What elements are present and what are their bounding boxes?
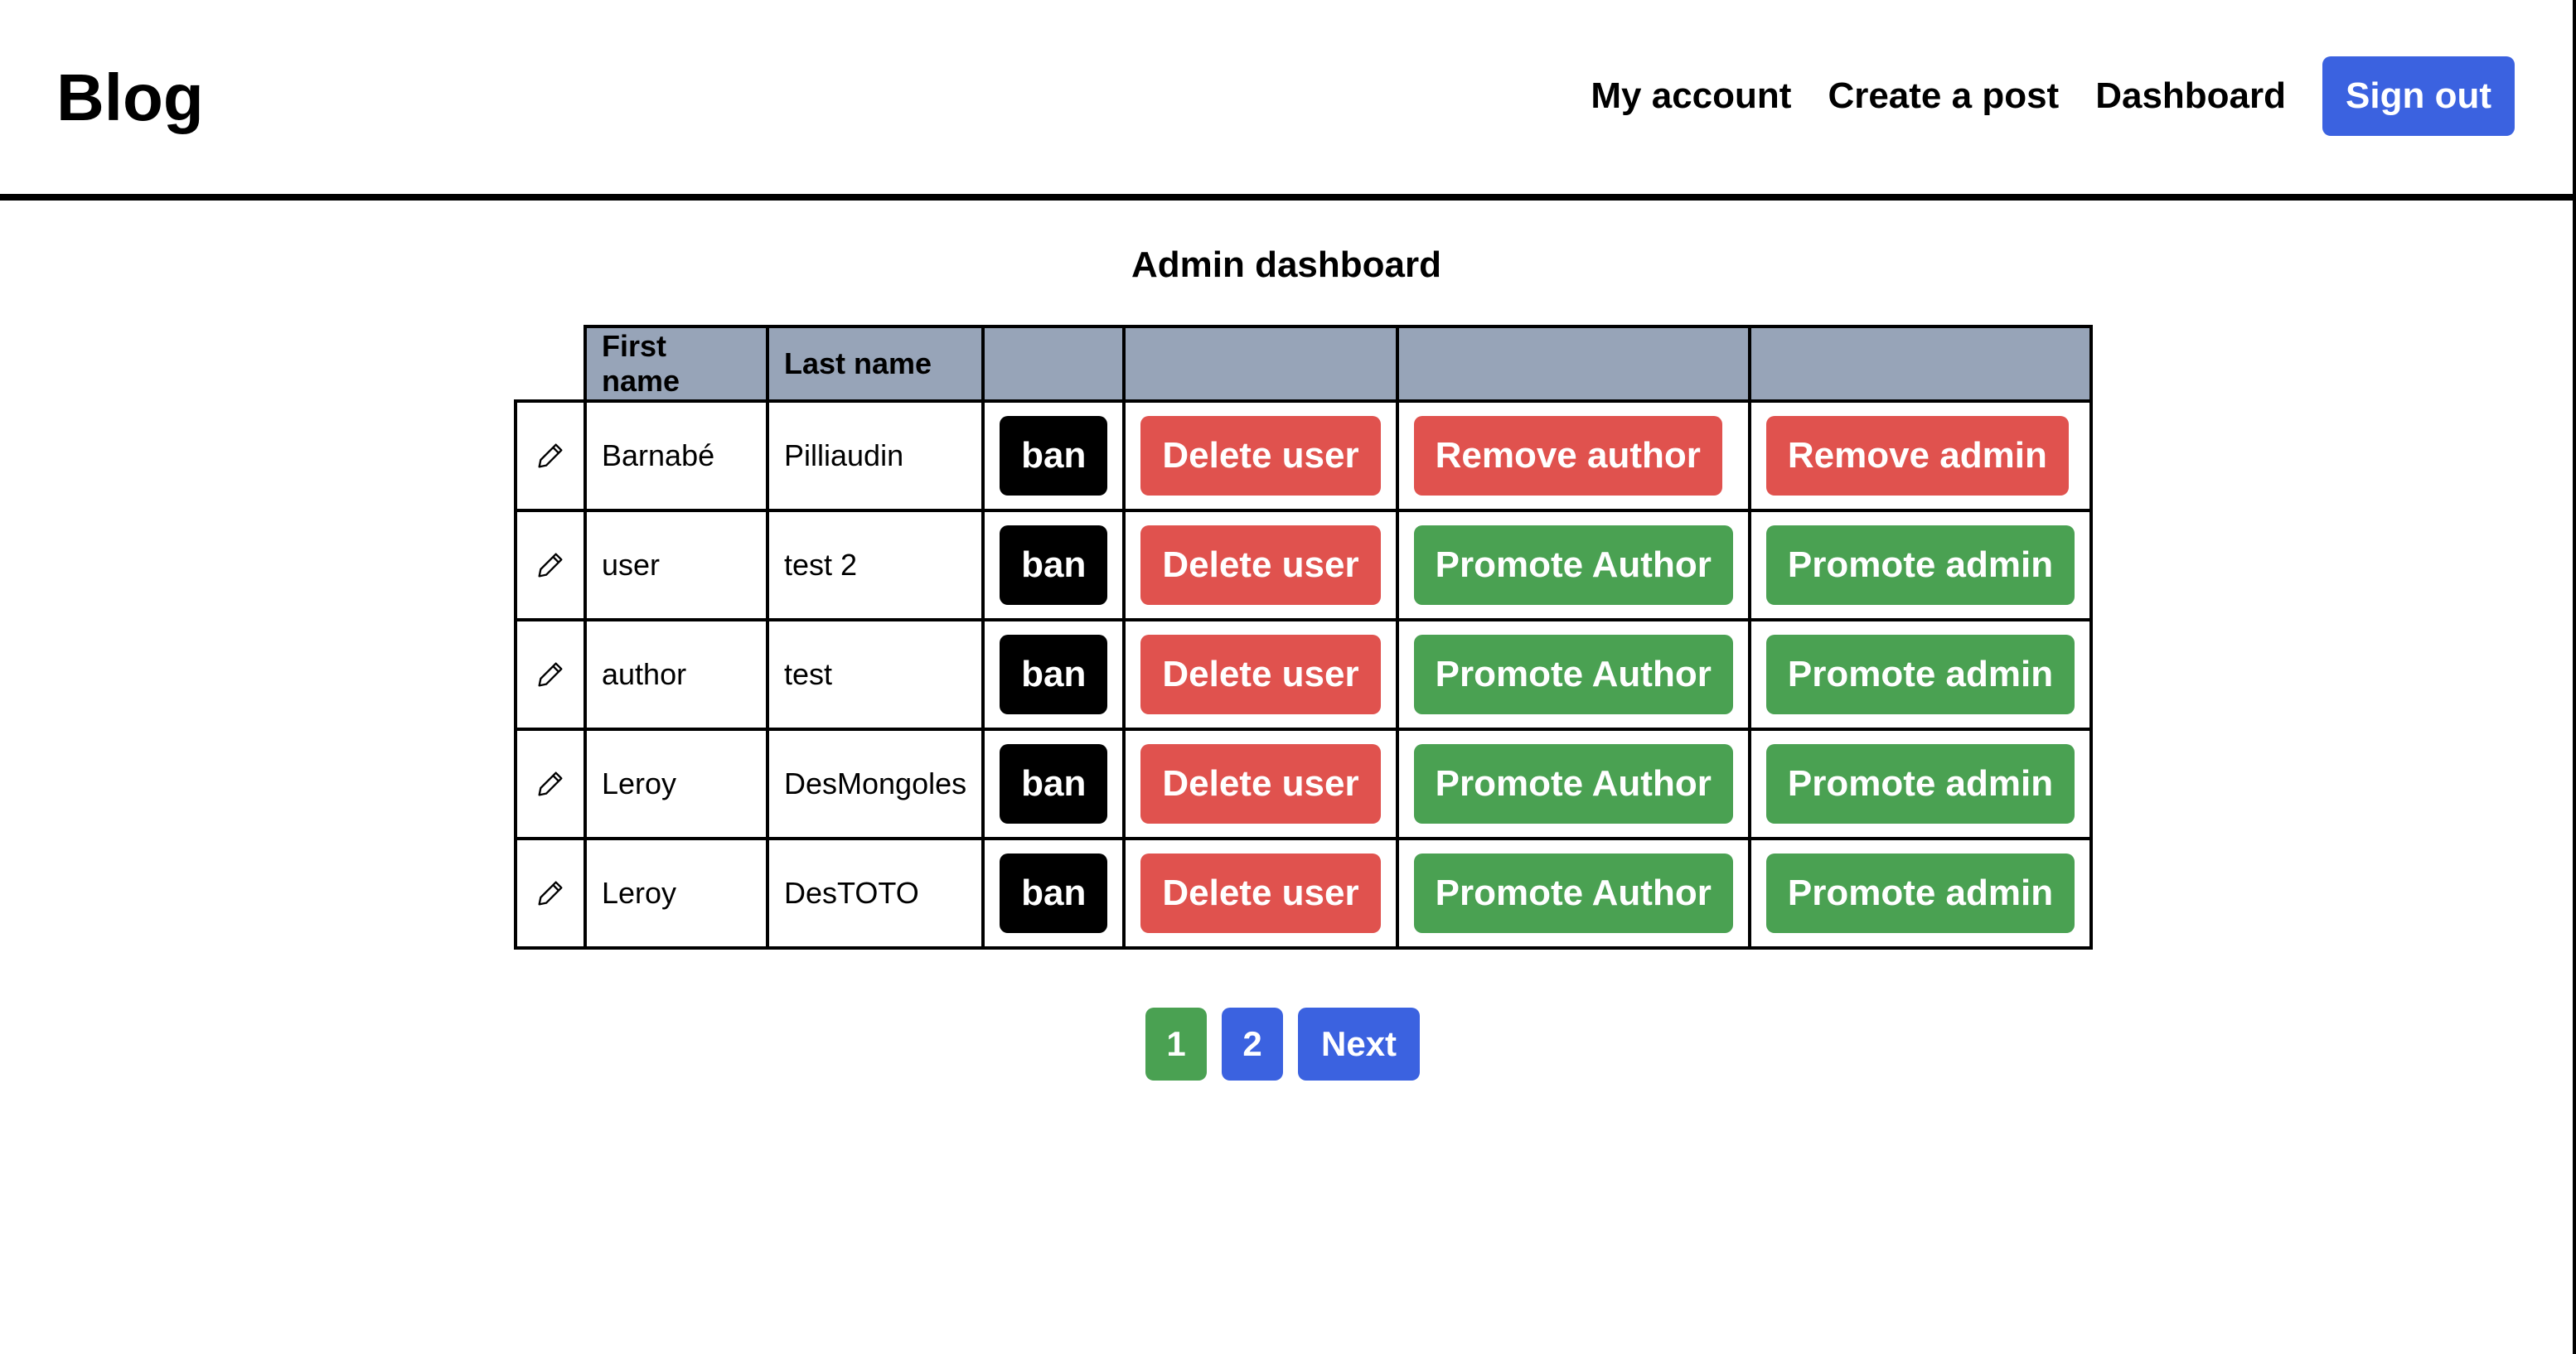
next-page-button[interactable]: Next (1298, 1008, 1421, 1081)
nav-my-account[interactable]: My account (1591, 75, 1791, 117)
page-title: Admin dashboard (1131, 244, 1442, 285)
admin-cell: Remove admin (1747, 399, 2094, 512)
table-row: author test ban Delete user Promote Auth… (514, 618, 2094, 731)
promote-author-button[interactable]: Promote Author (1413, 525, 1733, 605)
users-table: First name Last name Barnabé Pilliaudin … (514, 325, 2094, 950)
ban-button[interactable]: ban (1000, 854, 1108, 933)
first-name-cell: Leroy (583, 728, 769, 840)
pencil-icon[interactable] (517, 658, 583, 691)
promote-author-button[interactable]: Promote Author (1413, 744, 1733, 824)
ban-button[interactable]: ban (1000, 416, 1108, 496)
last-name-cell: Pilliaudin (765, 399, 985, 512)
last-name-cell: DesMongoles (765, 728, 985, 840)
first-name-cell: Leroy (583, 837, 769, 950)
ban-cell: ban (981, 399, 1126, 512)
edit-cell (514, 509, 587, 621)
ban-button[interactable]: ban (1000, 525, 1108, 605)
header-author (1395, 325, 1751, 403)
header-last-name: Last name (765, 325, 985, 403)
delete-cell: Delete user (1122, 618, 1399, 731)
author-cell: Promote Author (1395, 618, 1751, 731)
edit-cell (514, 728, 587, 840)
edit-cell (514, 618, 587, 731)
remove-author-button[interactable]: Remove author (1413, 416, 1722, 496)
pencil-icon[interactable] (517, 877, 583, 910)
author-cell: Promote Author (1395, 837, 1751, 950)
delete-cell: Delete user (1122, 399, 1399, 512)
pencil-icon[interactable] (517, 767, 583, 800)
first-name-cell: user (583, 509, 769, 621)
admin-cell: Promote admin (1747, 618, 2094, 731)
promote-admin-button[interactable]: Promote admin (1765, 525, 2075, 605)
first-name-cell: Barnabé (583, 399, 769, 512)
promote-author-button[interactable]: Promote Author (1413, 854, 1733, 933)
ban-cell: ban (981, 728, 1126, 840)
header-delete (1122, 325, 1399, 403)
header-divider (0, 194, 2576, 201)
delete-user-button[interactable]: Delete user (1140, 525, 1381, 605)
delete-user-button[interactable]: Delete user (1140, 744, 1381, 824)
page-1-button[interactable]: 1 (1145, 1008, 1207, 1081)
last-name-cell: test (765, 618, 985, 731)
sign-out-button[interactable]: Sign out (2322, 56, 2515, 136)
delete-cell: Delete user (1122, 509, 1399, 621)
ban-cell: ban (981, 509, 1126, 621)
admin-cell: Promote admin (1747, 837, 2094, 950)
delete-user-button[interactable]: Delete user (1140, 635, 1381, 714)
ban-button[interactable]: ban (1000, 744, 1108, 824)
table-row: user test 2 ban Delete user Promote Auth… (514, 509, 2094, 621)
promote-admin-button[interactable]: Promote admin (1765, 635, 2075, 714)
table-row: Leroy DesTOTO ban Delete user Promote Au… (514, 837, 2094, 950)
nav-dashboard[interactable]: Dashboard (2095, 75, 2286, 117)
header-corner (516, 326, 587, 403)
pencil-icon[interactable] (517, 439, 583, 472)
delete-cell: Delete user (1122, 728, 1399, 840)
header-first-name: First name (583, 325, 769, 403)
ban-cell: ban (981, 618, 1126, 731)
first-name-cell: author (583, 618, 769, 731)
remove-admin-button[interactable]: Remove admin (1765, 416, 2069, 496)
author-cell: Promote Author (1395, 728, 1751, 840)
delete-cell: Delete user (1122, 837, 1399, 950)
admin-cell: Promote admin (1747, 509, 2094, 621)
header-ban (981, 325, 1126, 403)
promote-author-button[interactable]: Promote Author (1413, 635, 1733, 714)
pencil-icon[interactable] (517, 549, 583, 582)
pagination: 1 2 Next (1145, 1008, 1435, 1081)
table-row: Leroy DesMongoles ban Delete user Promot… (514, 728, 2094, 840)
window-edge (2573, 0, 2576, 1354)
author-cell: Remove author (1395, 399, 1751, 512)
site-header: Blog My account Create a post Dashboard … (0, 0, 2573, 196)
promote-admin-button[interactable]: Promote admin (1765, 854, 2075, 933)
main-nav: My account Create a post Dashboard Sign … (1591, 56, 2515, 136)
ban-cell: ban (981, 837, 1126, 950)
edit-cell (514, 837, 587, 950)
edit-cell (514, 399, 587, 512)
delete-user-button[interactable]: Delete user (1140, 416, 1381, 496)
brand-logo[interactable]: Blog (56, 56, 204, 139)
last-name-cell: DesTOTO (765, 837, 985, 950)
delete-user-button[interactable]: Delete user (1140, 854, 1381, 933)
promote-admin-button[interactable]: Promote admin (1765, 744, 2075, 824)
page-2-button[interactable]: 2 (1222, 1008, 1283, 1081)
nav-create-post[interactable]: Create a post (1828, 75, 2059, 117)
ban-button[interactable]: ban (1000, 635, 1108, 714)
table-header-row: First name Last name (516, 325, 2094, 403)
table-row: Barnabé Pilliaudin ban Delete user Remov… (514, 399, 2094, 512)
last-name-cell: test 2 (765, 509, 985, 621)
header-admin (1747, 325, 2094, 403)
author-cell: Promote Author (1395, 509, 1751, 621)
admin-cell: Promote admin (1747, 728, 2094, 840)
